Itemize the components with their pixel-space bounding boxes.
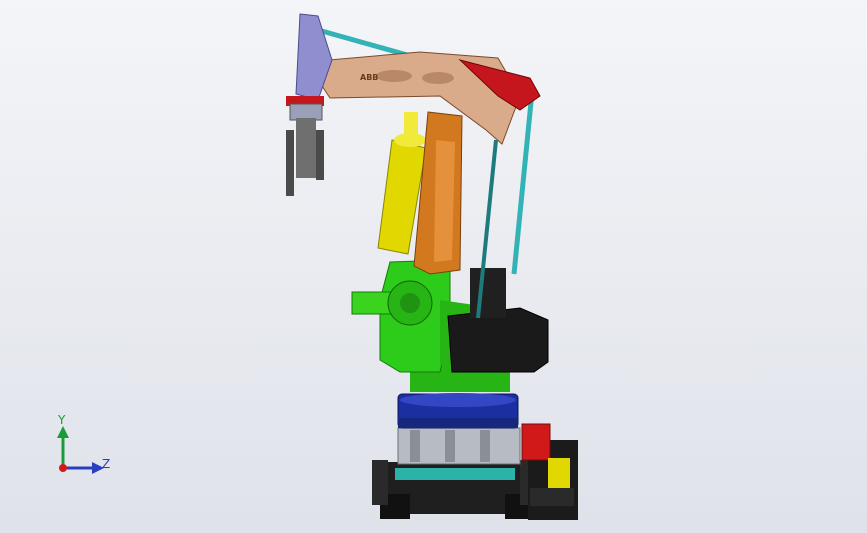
upper-arm: ABB xyxy=(305,51,541,145)
end-effector xyxy=(286,13,333,196)
motor-housing xyxy=(447,268,549,373)
triad-origin xyxy=(59,464,67,472)
control-box xyxy=(521,423,578,520)
robot-base-frame xyxy=(372,460,536,519)
turntable xyxy=(397,393,519,429)
robot-model[interactable]: ABB xyxy=(0,0,867,533)
z-axis-label: Z xyxy=(102,457,111,471)
pedestal-column xyxy=(397,427,521,465)
cad-graphics-viewport[interactable]: ABB Y Z xyxy=(0,0,867,533)
y-axis-label: Y xyxy=(58,413,66,427)
brand-logo: ABB xyxy=(360,73,378,82)
